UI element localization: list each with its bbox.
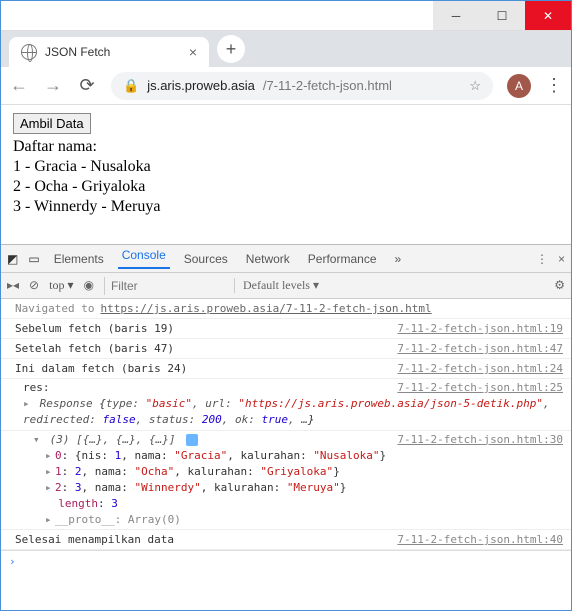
console-log-row: Selesai menampilkan data 7-11-2-fetch-js… [1, 530, 571, 550]
settings-gear-icon[interactable]: ⚙ [554, 278, 565, 293]
browser-tab[interactable]: JSON Fetch × [9, 37, 209, 67]
console-input-prompt[interactable]: › [1, 550, 571, 572]
devtools-tab-performance[interactable]: Performance [304, 252, 381, 266]
bookmark-star-icon[interactable]: ☆ [469, 78, 481, 94]
console-output: Navigated to https://js.aris.proweb.asia… [1, 299, 571, 572]
list-item: 1 - Gracia - Nusaloka [13, 158, 559, 176]
array-item: ▸2: 3, nama: "Winnerdy", kalurahan: "Mer… [23, 480, 563, 496]
array-length: length: 3 [23, 496, 563, 512]
profile-avatar[interactable]: A [507, 74, 531, 98]
page-heading: Daftar nama: [13, 138, 559, 156]
devtools-tab-console[interactable]: Console [118, 248, 170, 269]
log-levels-dropdown[interactable]: Default levels ▾ [234, 278, 319, 293]
source-link[interactable]: 7-11-2-fetch-json.html:40 [397, 533, 563, 546]
console-sidebar-toggle-icon[interactable]: ▸◂ [7, 278, 19, 293]
console-toolbar: ▸◂ ⊘ top ▾ ◉ Default levels ▾ ⚙ [1, 273, 571, 299]
devtools-menu-icon[interactable]: ⋮ [536, 252, 548, 266]
info-badge-icon[interactable] [186, 434, 198, 446]
source-link[interactable]: 7-11-2-fetch-json.html:47 [397, 342, 563, 355]
array-item: ▸0: {nis: 1, nama: "Gracia", kalurahan: … [23, 448, 563, 464]
source-link[interactable]: 7-11-2-fetch-json.html:25 [397, 380, 563, 396]
window-maximize-button[interactable]: ☐ [479, 1, 525, 30]
window-titlebar: ─ ☐ ✕ [1, 1, 571, 31]
back-icon[interactable]: ← [9, 75, 29, 96]
url-host: js.aris.proweb.asia [147, 78, 255, 93]
globe-icon [21, 44, 37, 60]
lock-icon: 🔒 [123, 78, 139, 94]
devtools-tab-elements[interactable]: Elements [50, 252, 108, 266]
name-list: 1 - Gracia - Nusaloka 2 - Ocha - Griyalo… [13, 158, 559, 216]
console-navigation-row: Navigated to https://js.aris.proweb.asia… [1, 299, 571, 319]
kebab-menu-icon[interactable]: ⋮ [545, 75, 563, 96]
ambil-data-button[interactable]: Ambil Data [13, 113, 91, 134]
clear-console-icon[interactable]: ⊘ [29, 278, 39, 293]
url-path: /7-11-2-fetch-json.html [263, 78, 392, 93]
tab-close-icon[interactable]: × [189, 44, 197, 60]
window-close-button[interactable]: ✕ [525, 1, 571, 30]
forward-icon: → [43, 75, 63, 96]
console-context[interactable]: top ▾ [49, 278, 73, 293]
devtools-tab-sources[interactable]: Sources [180, 252, 232, 266]
list-item: 2 - Ocha - Griyaloka [13, 178, 559, 196]
browser-tabstrip: JSON Fetch × + [1, 31, 571, 67]
expand-triangle-icon[interactable]: ▸ [23, 396, 33, 412]
new-tab-button[interactable]: + [217, 35, 245, 63]
window-minimize-button[interactable]: ─ [433, 1, 479, 30]
devtools-tab-network[interactable]: Network [242, 252, 294, 266]
devtools-panel: ◩ ▭ Elements Console Sources Network Per… [1, 244, 571, 572]
reload-icon[interactable]: ⟳ [77, 75, 97, 96]
console-array-row: 7-11-2-fetch-json.html:30 ▾ (3) [{…}, {…… [1, 431, 571, 531]
device-icon[interactable]: ▭ [28, 252, 39, 266]
source-link[interactable]: 7-11-2-fetch-json.html:30 [397, 432, 563, 448]
console-log-row: Setelah fetch (baris 47) 7-11-2-fetch-js… [1, 339, 571, 359]
devtools-close-icon[interactable]: × [558, 252, 565, 266]
list-item: 3 - Winnerdy - Meruya [13, 198, 559, 216]
console-log-row: Ini dalam fetch (baris 24) 7-11-2-fetch-… [1, 359, 571, 379]
source-link[interactable]: 7-11-2-fetch-json.html:24 [397, 362, 563, 375]
console-filter-input[interactable] [104, 277, 224, 295]
source-link[interactable]: 7-11-2-fetch-json.html:19 [397, 322, 563, 335]
more-tabs-icon[interactable]: » [395, 252, 402, 266]
array-item: ▸1: 2, nama: "Ocha", kalurahan: "Griyalo… [23, 464, 563, 480]
array-proto: ▸__proto__: Array(0) [23, 512, 563, 528]
inspect-icon[interactable]: ◩ [7, 252, 18, 266]
address-bar[interactable]: 🔒 js.aris.proweb.asia/7-11-2-fetch-json.… [111, 72, 493, 100]
devtools-tabbar: ◩ ▭ Elements Console Sources Network Per… [1, 245, 571, 273]
page-content: Ambil Data Daftar nama: 1 - Gracia - Nus… [1, 105, 571, 224]
console-object-row: 7-11-2-fetch-json.html:25 res: ▸ Respons… [1, 379, 571, 431]
eye-icon[interactable]: ◉ [83, 278, 93, 293]
browser-toolbar: ← → ⟳ 🔒 js.aris.proweb.asia/7-11-2-fetch… [1, 67, 571, 105]
tab-title: JSON Fetch [45, 45, 110, 59]
console-log-row: Sebelum fetch (baris 19) 7-11-2-fetch-js… [1, 319, 571, 339]
collapse-triangle-icon[interactable]: ▾ [33, 432, 43, 448]
